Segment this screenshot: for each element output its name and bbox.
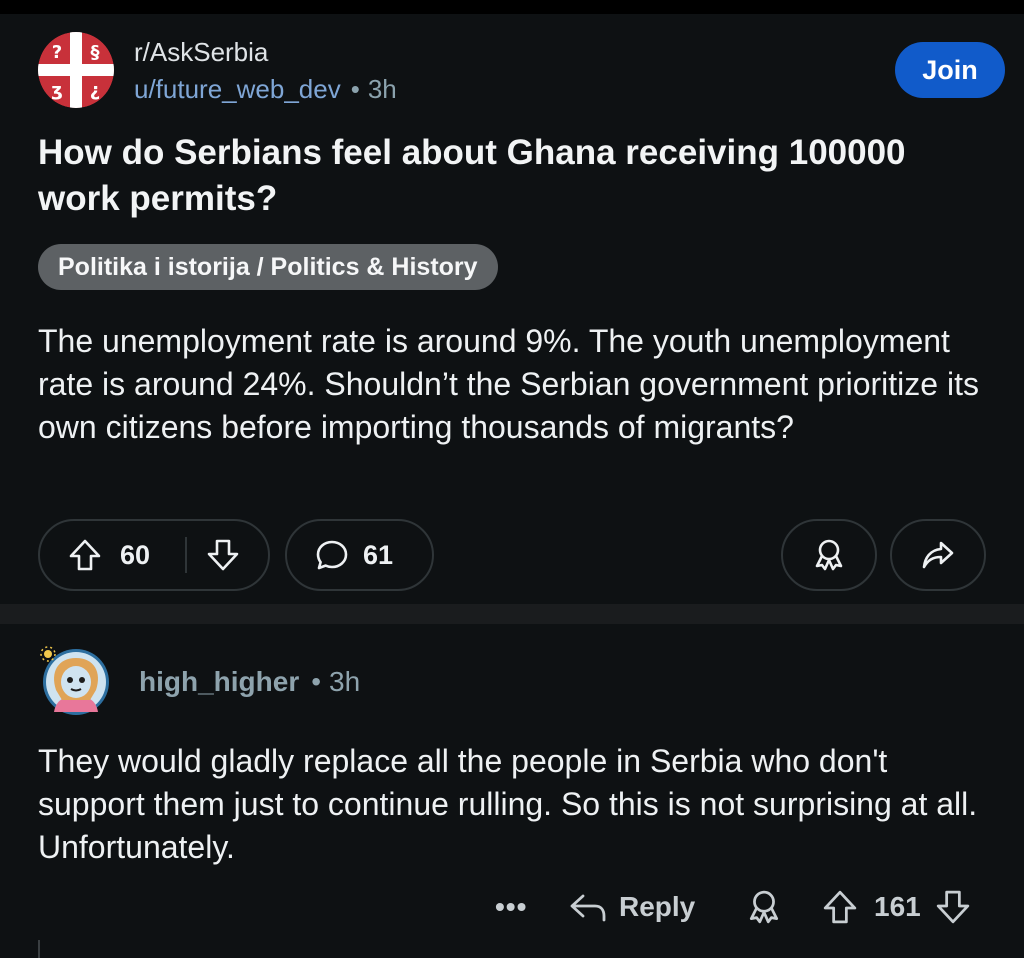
reply-label: Reply <box>619 891 696 922</box>
award-ribbon-icon <box>812 538 846 572</box>
svg-text:ʒ: ʒ <box>51 80 63 101</box>
serbian-cross-flag-icon[interactable]: ? § ʒ ¿ <box>38 32 114 108</box>
comment-count: 61 <box>363 539 394 570</box>
downvote-button[interactable] <box>206 521 240 589</box>
comment-age: 3h <box>329 666 361 697</box>
award-button[interactable] <box>781 519 877 591</box>
post-author[interactable]: u/future_web_dev <box>134 74 341 104</box>
reply-arrow-icon <box>569 890 607 924</box>
arrow-down-outline-icon <box>206 538 240 572</box>
share-button[interactable] <box>890 519 986 591</box>
speech-bubble-icon <box>315 538 349 572</box>
more-options-button[interactable]: ••• <box>495 882 527 932</box>
comment-vote-bar: 161 <box>822 882 971 932</box>
comment-thread-line <box>38 940 40 958</box>
award-ribbon-icon <box>746 889 782 925</box>
meta-separator: • <box>350 74 360 104</box>
comment-meta: high_higher • 3h <box>139 664 360 700</box>
comment-score: 161 <box>874 891 921 922</box>
svg-text:?: ? <box>52 42 62 63</box>
upvote-button[interactable] <box>68 521 102 589</box>
post-meta: u/future_web_dev • 3h <box>134 72 397 106</box>
comments-button[interactable]: 61 <box>285 519 434 591</box>
status-strip <box>0 0 1024 14</box>
reply-button[interactable]: Reply <box>569 882 695 932</box>
comment-body: They would gladly replace all the people… <box>38 743 978 865</box>
post-age: 3h <box>367 74 397 104</box>
comment-award-button[interactable] <box>746 882 782 932</box>
arrow-down-outline-icon[interactable] <box>935 889 971 925</box>
subreddit-name[interactable]: r/AskSerbia <box>134 36 268 68</box>
snoo-avatar-icon[interactable] <box>36 642 116 722</box>
meta-separator: • <box>311 666 322 697</box>
comment-author[interactable]: high_higher <box>139 666 299 697</box>
post-score: 60 <box>120 539 151 570</box>
post-vote-bar: 60 <box>38 519 270 591</box>
share-arrow-icon <box>921 538 955 572</box>
post-body: The unemployment rate is around 9%. The … <box>38 323 979 445</box>
section-divider <box>0 604 1024 624</box>
arrow-up-outline-icon[interactable] <box>822 889 858 925</box>
vote-divider <box>185 537 187 573</box>
join-button[interactable]: Join <box>895 42 1005 98</box>
svg-text:§: § <box>91 42 100 63</box>
post-flair[interactable]: Politika i istorija / Politics & History <box>38 244 498 290</box>
arrow-up-outline-icon <box>68 538 102 572</box>
svg-text:¿: ¿ <box>90 80 100 101</box>
post-title[interactable]: How do Serbians feel about Ghana receivi… <box>38 130 988 222</box>
